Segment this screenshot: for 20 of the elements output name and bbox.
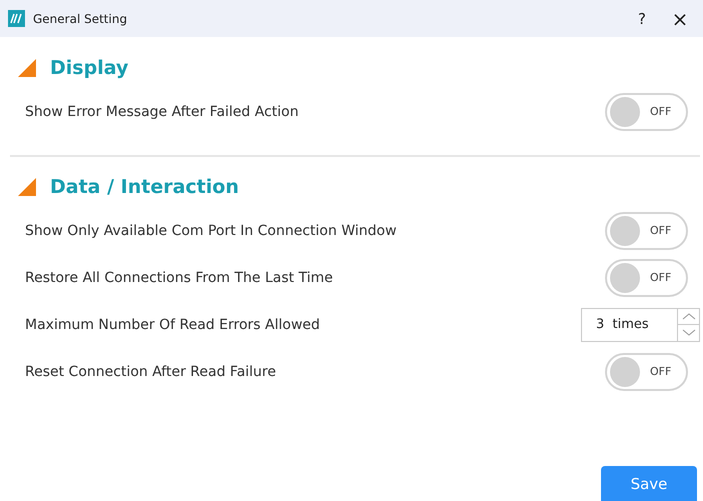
chevron-up-icon: [682, 312, 696, 320]
number-spinner[interactable]: 3 times: [581, 308, 700, 342]
chevron-down-icon: [682, 329, 696, 336]
toggle-switch[interactable]: OFF: [605, 212, 688, 250]
toggle-switch[interactable]: OFF: [605, 258, 688, 296]
setting-label: Restore All Connections From The Last Time: [25, 270, 333, 286]
setting-label: Show Error Message After Failed Action: [25, 104, 299, 120]
setting-label: Reset Connection After Read Failure: [25, 364, 276, 380]
section-title: Display: [50, 57, 128, 79]
help-button[interactable]: ?: [627, 10, 657, 28]
triangle-icon: [18, 178, 36, 196]
close-button[interactable]: ×: [665, 6, 695, 30]
setting-label: Show Only Available Com Port In Connection Window: [25, 222, 397, 238]
app-logo-icon: [8, 10, 25, 27]
toggle-switch[interactable]: OFF: [605, 352, 688, 390]
setting-label: Maximum Number Of Read Errors Allowed: [25, 316, 320, 332]
triangle-icon: [18, 59, 36, 77]
toggle-switch[interactable]: OFF: [605, 92, 688, 130]
window-title: General Setting: [33, 12, 128, 26]
section-title: Data / Interaction: [50, 176, 239, 198]
